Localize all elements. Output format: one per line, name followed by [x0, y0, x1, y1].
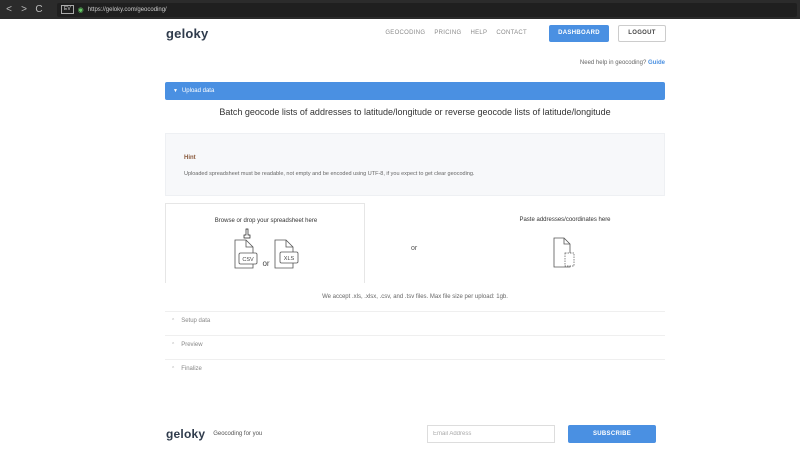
section-setup-data[interactable]: ⌃ Setup data [165, 311, 665, 329]
section-finalize[interactable]: ⌃ Finalize [165, 359, 665, 377]
chevron-down-icon: ▼ [173, 88, 178, 94]
paste-icon[interactable] [551, 235, 581, 275]
hint-box: Hint Uploaded spreadsheet must be readab… [165, 133, 665, 196]
paste-title[interactable]: Paste addresses/coordinates here [415, 217, 715, 223]
file-drop-zone[interactable]: Browse or drop your spreadsheet here CSV… [165, 203, 365, 283]
file-icons: CSV or XLS [234, 228, 299, 269]
upload-options: Browse or drop your spreadsheet here CSV… [165, 203, 665, 283]
nav-help[interactable]: HELP [470, 30, 487, 36]
hint-text: Uploaded spreadsheet must be readable, n… [184, 171, 475, 177]
nav-contact[interactable]: CONTACT [496, 30, 527, 36]
email-field[interactable] [427, 425, 555, 443]
site-footer: geloky Geocoding for you SUBSCRIBE [166, 423, 656, 445]
url-text: https://geloky.com/geocoding/ [87, 6, 167, 13]
nav-pricing[interactable]: PRICING [434, 30, 461, 36]
chevron-up-icon: ⌃ [171, 317, 176, 324]
site-logo[interactable]: geloky [166, 26, 208, 41]
section-label: Preview [181, 341, 203, 348]
site-header: geloky GEOCODING PRICING HELP CONTACT DA… [166, 22, 666, 44]
or-separator: or [411, 245, 418, 252]
upload-data-header[interactable]: ▼ Upload data [165, 82, 665, 100]
subscribe-button[interactable]: SUBSCRIBE [568, 425, 656, 443]
section-label: Finalize [181, 365, 202, 372]
section-preview[interactable]: ⌃ Preview [165, 335, 665, 353]
accepted-formats: We accept .xls, .xlsx, .csv, and .tsv fi… [322, 294, 508, 300]
reload-button[interactable]: C [33, 4, 45, 15]
csv-label: CSV [242, 257, 254, 263]
forward-button[interactable]: > [18, 4, 30, 15]
xls-label: XLS [284, 256, 295, 262]
help-text: Need help in geocoding? [579, 60, 648, 66]
lock-icon: ◉ [77, 6, 84, 14]
footer-logo[interactable]: geloky [166, 427, 205, 441]
section-label: Setup data [181, 317, 211, 324]
hand-cursor-icon [243, 228, 251, 239]
hint-title: Hint [184, 155, 196, 161]
guide-link[interactable]: Guide [648, 60, 665, 66]
chevron-up-icon: ⌃ [171, 365, 176, 372]
csv-file-icon [234, 239, 258, 269]
chevron-up-icon: ⌃ [171, 341, 176, 348]
nav-geocoding[interactable]: GEOCODING [385, 30, 425, 36]
main-nav: GEOCODING PRICING HELP CONTACT [385, 30, 536, 36]
logout-button[interactable]: LOGOUT [618, 24, 666, 42]
browser-toolbar: < > C EV ◉ https://geloky.com/geocoding/ [0, 0, 800, 19]
address-bar[interactable]: EV ◉ https://geloky.com/geocoding/ [57, 2, 797, 17]
help-line: Need help in geocoding? Guide [580, 60, 665, 66]
or-small: or [262, 259, 269, 268]
footer-tagline: Geocoding for you [213, 431, 263, 437]
back-button[interactable]: < [3, 4, 15, 15]
dashboard-button[interactable]: DASHBOARD [549, 24, 609, 42]
ev-badge: EV [61, 5, 74, 14]
batch-title: Batch geocode lists of addresses to lati… [219, 107, 611, 117]
xls-file-icon [274, 239, 299, 269]
upload-data-label: Upload data [181, 88, 215, 94]
